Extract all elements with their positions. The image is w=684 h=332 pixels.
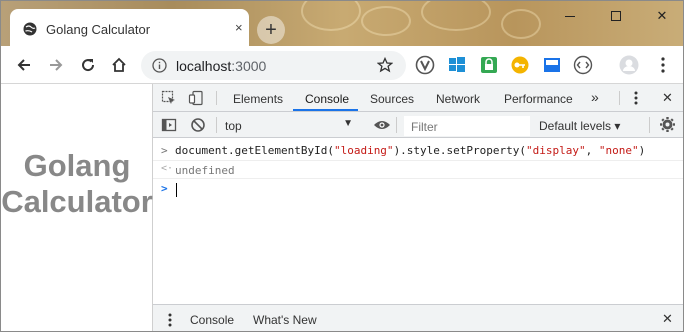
page-viewport: Golang Calculator bbox=[1, 84, 153, 331]
address-bar[interactable]: localhost:3000 bbox=[141, 51, 406, 80]
vivaldi-extension-icon[interactable] bbox=[415, 55, 435, 75]
windows-extension-icon[interactable] bbox=[447, 55, 467, 75]
plus-icon: + bbox=[265, 19, 277, 41]
inspect-element-icon[interactable] bbox=[161, 90, 177, 111]
active-tab-indicator bbox=[293, 109, 358, 111]
tab-performance[interactable]: Performance bbox=[504, 92, 573, 106]
globe-icon bbox=[23, 22, 37, 41]
code-extension-icon[interactable] bbox=[573, 55, 593, 75]
devtools-drawer: Console What's New ✕ bbox=[153, 304, 683, 331]
divider bbox=[216, 117, 217, 133]
drawer-tab-console[interactable]: Console bbox=[190, 313, 234, 327]
new-tab-button[interactable]: + bbox=[257, 16, 285, 44]
close-icon: ✕ bbox=[656, 8, 668, 23]
divider bbox=[216, 91, 217, 105]
kebab-menu-icon bbox=[661, 57, 665, 73]
maximize-icon bbox=[611, 11, 621, 21]
chevron-right-icon: > bbox=[161, 144, 168, 157]
console-prompt-line[interactable]: > bbox=[153, 179, 683, 201]
minimize-icon bbox=[565, 15, 575, 17]
title-bar: Golang Calculator × + ✕ bbox=[1, 1, 683, 46]
tab-console[interactable]: Console bbox=[305, 92, 349, 106]
reload-button[interactable] bbox=[77, 54, 99, 76]
url-text: localhost:3000 bbox=[176, 58, 267, 74]
tab-network[interactable]: Network bbox=[436, 92, 480, 106]
browser-toolbar: localhost:3000 bbox=[1, 46, 683, 84]
screenshot-extension-icon[interactable] bbox=[542, 55, 562, 75]
drawer-close-button[interactable]: ✕ bbox=[662, 311, 673, 327]
console-settings-gear-icon[interactable] bbox=[659, 116, 676, 138]
devtools-panel: Elements Console Sources Network Perform… bbox=[153, 84, 683, 331]
kebab-menu-icon bbox=[168, 313, 172, 327]
prompt-chevron-icon: > bbox=[161, 182, 168, 195]
devtools-tab-bar: Elements Console Sources Network Perform… bbox=[153, 84, 683, 112]
result-arrow-icon: <· bbox=[161, 163, 174, 174]
star-icon bbox=[377, 57, 393, 73]
close-window-button[interactable]: ✕ bbox=[639, 1, 683, 31]
profile-avatar[interactable] bbox=[619, 55, 639, 75]
sidebar-toggle-icon[interactable] bbox=[161, 117, 177, 138]
devtools-menu-button[interactable] bbox=[633, 90, 639, 111]
key-extension-icon[interactable] bbox=[510, 55, 530, 75]
console-filter-input[interactable]: Filter bbox=[404, 116, 530, 136]
context-selector[interactable]: top ▼ bbox=[223, 116, 357, 136]
kebab-menu-icon bbox=[634, 91, 638, 105]
reload-icon bbox=[82, 59, 95, 72]
home-button[interactable] bbox=[108, 54, 130, 76]
eye-icon[interactable] bbox=[373, 117, 391, 138]
forward-button[interactable] bbox=[45, 54, 67, 76]
device-toolbar-icon[interactable] bbox=[188, 90, 204, 111]
tab-title: Golang Calculator bbox=[46, 22, 151, 37]
browser-tab[interactable]: Golang Calculator × bbox=[10, 9, 249, 46]
more-tabs-button[interactable]: » bbox=[591, 89, 599, 105]
divider bbox=[649, 117, 650, 133]
arrow-right-icon bbox=[50, 59, 63, 71]
console-entry-input: > document.getElementById("loading").sty… bbox=[153, 140, 683, 162]
chevron-down-icon: ▼ bbox=[343, 118, 353, 129]
divider bbox=[396, 117, 397, 133]
minimize-button[interactable] bbox=[547, 1, 593, 31]
text-caret bbox=[176, 183, 177, 197]
tab-elements[interactable]: Elements bbox=[233, 92, 283, 106]
page-heading: Golang Calculator bbox=[1, 148, 153, 219]
home-icon bbox=[112, 57, 126, 72]
drawer-menu-button[interactable] bbox=[167, 312, 173, 331]
browser-menu-button[interactable] bbox=[653, 55, 673, 75]
drawer-tab-whats-new[interactable]: What's New bbox=[253, 313, 317, 327]
console-result: undefined bbox=[175, 164, 235, 177]
lock-extension-icon[interactable] bbox=[479, 55, 499, 75]
browser-window: Golang Calculator × + ✕ localhost:3000 G… bbox=[0, 0, 684, 332]
back-button[interactable] bbox=[13, 54, 35, 76]
clear-console-icon[interactable] bbox=[190, 117, 206, 138]
bookmark-star-button[interactable] bbox=[374, 54, 396, 76]
devtools-close-button[interactable]: ✕ bbox=[662, 90, 673, 106]
log-levels-dropdown[interactable]: Default levels ▾ bbox=[539, 119, 620, 133]
arrow-left-icon bbox=[17, 59, 30, 71]
console-entry-result: <· undefined bbox=[153, 160, 683, 179]
tab-sources[interactable]: Sources bbox=[370, 92, 414, 106]
console-command[interactable]: document.getElementById("loading").style… bbox=[175, 144, 645, 157]
tab-close-button[interactable]: × bbox=[235, 21, 243, 35]
maximize-button[interactable] bbox=[593, 1, 639, 31]
info-icon[interactable] bbox=[152, 58, 167, 78]
divider bbox=[619, 91, 620, 105]
